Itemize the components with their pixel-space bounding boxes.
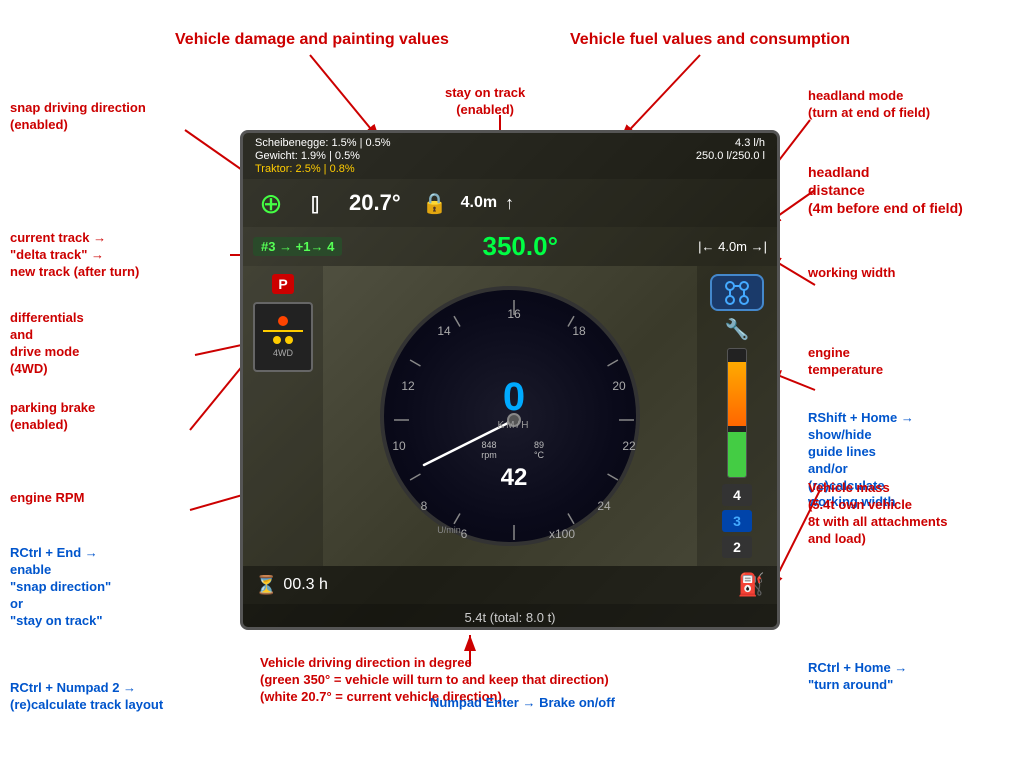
hourglass-icon: ⏳	[255, 575, 277, 596]
track-width-display: |← 4.0m →|	[698, 239, 767, 254]
vehicle-mass-label: Vehicle mass (5.4t own vehicle 8t with a…	[808, 480, 947, 548]
svg-text:848: 848	[481, 440, 496, 450]
numpad-enter-label: Numpad Enter → Brake on/off	[430, 695, 615, 712]
green-direction-display: 350.0°	[483, 231, 558, 262]
rctrl-numpad2-label: RCtrl + Numpad 2 → (re)calculate track l…	[10, 680, 163, 714]
fuel-level-text: 250.0 l/250.0 l	[696, 150, 765, 162]
snap-driving-label: snap driving direction (enabled)	[10, 100, 146, 134]
scheibenenge-text: Scheibenegge: 1.5% | 0.5%	[255, 137, 391, 149]
gear-icon-btn[interactable]	[710, 274, 764, 311]
stay-on-track-label: stay on track (enabled)	[445, 85, 525, 119]
parking-brake-label: parking brake (enabled)	[10, 400, 95, 434]
svg-text:10: 10	[392, 439, 406, 453]
speedometer: 16 18 20 22 24 14 12 10 8 6 x100	[323, 266, 697, 566]
gear-2: 2	[722, 536, 752, 558]
headland-mode-label: headland mode (turn at end of field)	[808, 88, 930, 122]
gear-3: 3	[722, 510, 752, 532]
dashboard: Scheibenegge: 1.5% | 0.5% 4.3 l/h Gewich…	[240, 130, 780, 630]
diff-dot-right	[285, 336, 293, 344]
svg-text:8: 8	[421, 499, 428, 513]
gear-4: 4	[722, 484, 752, 506]
mass-value: 5.4t (total: 8.0 t)	[464, 610, 555, 625]
parking-indicator: P	[272, 274, 293, 294]
time-value: 00.3 h	[283, 576, 327, 594]
vehicle-damage-label: Vehicle damage and painting values	[175, 30, 449, 51]
wrench-icon: 🔧	[725, 317, 750, 342]
lines-icon: ⫾	[297, 185, 333, 221]
svg-text:0: 0	[503, 375, 525, 419]
bottom-row: ⏳ 00.3 h ⛽	[243, 566, 777, 604]
svg-text:18: 18	[572, 324, 586, 338]
rctrl-end-label: RCtrl + End → enable "snap direction" or…	[10, 545, 111, 629]
current-direction-display: 20.7°	[349, 190, 401, 216]
engine-rpm-label: engine RPM	[10, 490, 84, 507]
track-info-display: #3 → +1→ 4	[253, 237, 342, 256]
svg-text:6: 6	[461, 527, 468, 541]
arrow-up-icon: ↑	[505, 193, 514, 214]
temp-bar-orange	[728, 362, 746, 426]
drive-mode-text: 4WD	[273, 348, 293, 358]
svg-text:KM/H: KM/H	[498, 420, 531, 431]
headland-distance-label: headland distance (4m before end of fiel…	[808, 163, 963, 218]
svg-text:°C: °C	[534, 450, 545, 460]
svg-text:20: 20	[612, 379, 626, 393]
svg-text:12: 12	[401, 379, 415, 393]
differential-indicator: 4WD	[253, 302, 313, 372]
gauge-area: P 4WD 16 18 20 22	[243, 266, 777, 566]
headland-dist-display: 4.0m	[461, 194, 497, 212]
diff-dot-left	[273, 336, 281, 344]
steering-icon: ⊕	[253, 185, 289, 221]
current-track-label: current track → "delta track" → new trac…	[10, 230, 139, 281]
differentials-label: differentials and drive mode (4WD)	[10, 310, 84, 378]
vehicle-fuel-label: Vehicle fuel values and consumption	[570, 30, 850, 51]
diff-dot-top	[278, 316, 288, 326]
rctrl-home-label: RCtrl + Home → "turn around"	[808, 660, 907, 694]
svg-text:rpm: rpm	[481, 450, 497, 460]
svg-text:x100: x100	[549, 527, 575, 541]
track-row: #3 → +1→ 4 350.0° |← 4.0m →|	[243, 227, 777, 266]
fuel-icon: ⛽	[738, 572, 765, 598]
mass-bar: 5.4t (total: 8.0 t)	[243, 604, 777, 630]
lock-icon: 🔒	[417, 185, 453, 221]
right-panel: 🔧 4 3 2	[697, 266, 777, 566]
working-width-label: working width	[808, 265, 895, 282]
svg-text:42: 42	[501, 464, 528, 491]
speedo-ticks-svg: 16 18 20 22 24 14 12 10 8 6 x100	[384, 290, 644, 550]
diff-line	[263, 330, 303, 332]
svg-text:U/min: U/min	[437, 525, 461, 535]
svg-text:89: 89	[534, 440, 544, 450]
engine-temp-label: engine temperature	[808, 345, 883, 379]
traktor-text: Traktor: 2.5% | 0.8%	[255, 163, 355, 175]
svg-text:14: 14	[437, 324, 451, 338]
gewicht-text: Gewicht: 1.9% | 0.5%	[255, 150, 360, 162]
left-panel: P 4WD	[243, 266, 323, 566]
time-display: ⏳ 00.3 h	[255, 575, 328, 596]
temp-bar-green	[728, 432, 746, 477]
temp-bar	[727, 348, 747, 478]
gear-numbers: 4 3 2	[722, 484, 752, 558]
hud-row: ⊕ ⫾ 20.7° 🔒 4.0m ↑	[243, 179, 777, 227]
fuel-rate-text: 4.3 l/h	[735, 137, 765, 149]
svg-text:24: 24	[597, 499, 611, 513]
svg-text:22: 22	[622, 439, 636, 453]
speedo-circle: 16 18 20 22 24 14 12 10 8 6 x100	[380, 286, 640, 546]
top-info-bar: Scheibenegge: 1.5% | 0.5% 4.3 l/h Gewich…	[243, 133, 777, 179]
